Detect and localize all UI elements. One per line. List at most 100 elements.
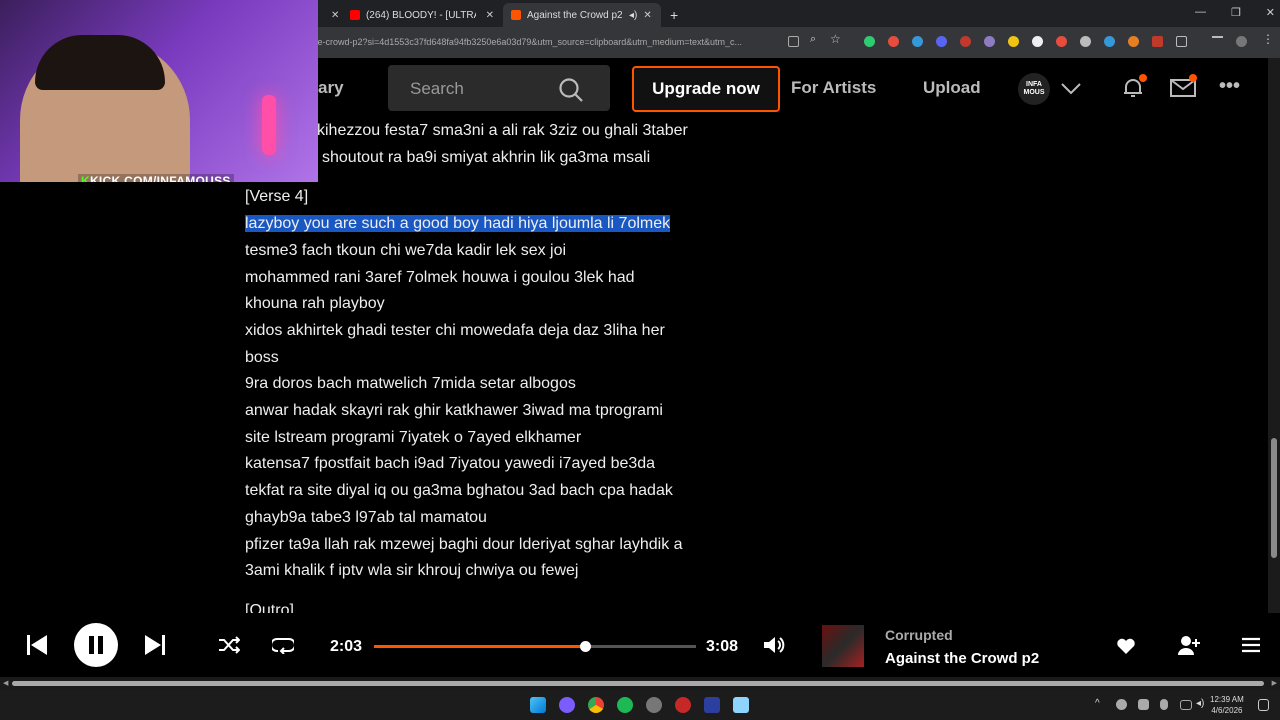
extension-icon[interactable]	[984, 36, 995, 47]
total-time: 3:08	[706, 638, 739, 655]
close-window-icon[interactable]: ✕	[1266, 6, 1275, 19]
address-bar[interactable]: st-the-crowd-p2?si=4d1553c37fd648fa94fb3…	[300, 32, 790, 52]
search-placeholder: Search	[410, 79, 464, 98]
extension-icon[interactable]	[1032, 36, 1043, 47]
lyric-line: tekfat ra site diyal iq ou ga3ma bghatou…	[245, 482, 673, 500]
verse-heading: [Verse 4]	[245, 188, 309, 206]
obs-icon[interactable]	[646, 697, 662, 713]
plus-icon: +	[670, 7, 679, 23]
close-icon[interactable]: ✕	[643, 10, 651, 21]
notification-center-icon[interactable]	[1258, 699, 1269, 711]
zoom-icon[interactable]: ⌕	[810, 33, 821, 45]
pause-icon	[89, 636, 103, 654]
tab-title: Against the Crowd p2 by Co...	[527, 9, 625, 21]
tab-youtube[interactable]: (264) BLOODY! - [ULTRA Slowed] ✕	[342, 3, 502, 27]
profile-avatar[interactable]	[1236, 36, 1247, 47]
volume-tray-icon[interactable]: ◂)	[1196, 698, 1204, 709]
extension-icon[interactable]	[1008, 36, 1019, 47]
app-icon[interactable]	[733, 697, 749, 713]
progress-bar[interactable]	[374, 641, 696, 652]
streamer-hair	[35, 35, 165, 90]
microphone-icon[interactable]	[1160, 699, 1168, 710]
extension-icon[interactable]	[888, 36, 899, 47]
scroll-left-icon[interactable]: ◀	[3, 679, 8, 687]
network-icon[interactable]	[1180, 700, 1192, 710]
outro-heading: [Outro]	[245, 601, 294, 613]
windows-start-icon[interactable]	[530, 697, 546, 713]
progress-knob[interactable]	[579, 641, 591, 652]
queue-icon[interactable]	[1240, 635, 1262, 655]
lyric-line: kihezzou festa7 sma3ni a ali rak 3ziz ou…	[317, 122, 688, 139]
tab-close-partial[interactable]: ✕	[318, 3, 339, 27]
extension-icon[interactable]	[960, 36, 971, 47]
repeat-icon[interactable]	[272, 636, 294, 654]
follow-user-icon[interactable]	[1178, 635, 1200, 655]
tray-icon[interactable]	[1116, 699, 1127, 710]
minimize-icon[interactable]: —	[1195, 6, 1206, 19]
lyric-line: mohammed rani 3aref 7olmek houwa i goulo…	[245, 268, 635, 286]
page-scrollbar[interactable]	[1268, 58, 1280, 683]
notification-dot	[1139, 74, 1147, 82]
horizontal-scrollbar-thumb[interactable]	[12, 681, 1264, 686]
for-artists-link[interactable]: For Artists	[791, 78, 876, 98]
scroll-right-icon[interactable]: ▶	[1272, 679, 1277, 687]
speaker-icon[interactable]: ◂)	[629, 10, 637, 21]
next-track-icon[interactable]	[143, 633, 167, 657]
lyric-line: shoutout ra ba9i smiyat akhrin lik ga3ma…	[322, 148, 651, 166]
shuffle-icon[interactable]	[218, 636, 240, 654]
upgrade-now-button[interactable]: Upgrade now	[632, 66, 780, 112]
upload-link[interactable]: Upload	[923, 78, 981, 98]
lyric-line: site lstream programi 7iyatek o 7ayed el…	[245, 428, 582, 446]
close-icon[interactable]: ✕	[486, 10, 494, 21]
new-tab-button[interactable]: +	[662, 3, 682, 27]
previous-track-icon[interactable]	[25, 633, 49, 657]
horizontal-scrollbar[interactable]: ◀ ▶	[0, 677, 1280, 690]
pause-button[interactable]	[74, 623, 118, 667]
tab-soundcloud[interactable]: Against the Crowd p2 by Co... ◂) ✕	[503, 3, 661, 27]
heart-icon[interactable]	[1116, 637, 1136, 655]
extension-icon[interactable]	[1128, 36, 1139, 47]
bookmark-star-icon[interactable]: ☆	[830, 32, 841, 46]
window-controls: — ❐ ✕	[1195, 6, 1275, 19]
lyric-line: 9ra doros bach matwelich 7mida setar alb…	[245, 375, 576, 393]
tray-chevron-icon[interactable]: ^	[1095, 698, 1100, 709]
chevron-down-icon[interactable]	[1060, 82, 1082, 96]
search-input[interactable]: Search	[388, 65, 610, 111]
progress-fill	[374, 645, 585, 648]
tab-title: (264) BLOODY! - [ULTRA Slowed]	[365, 9, 476, 21]
library-link[interactable]: ary	[318, 78, 344, 98]
spotify-icon[interactable]	[617, 697, 633, 713]
extension-icon[interactable]	[1152, 36, 1163, 47]
chrome-icon[interactable]	[588, 697, 604, 713]
player-bar: 2:03 3:08 Corrupted Against the Crowd p2	[0, 613, 1280, 677]
share-icon[interactable]	[788, 36, 799, 47]
track-title[interactable]: Against the Crowd p2	[885, 650, 1039, 667]
app-icon[interactable]	[675, 697, 691, 713]
youtube-icon	[350, 10, 360, 20]
kick-channel-tag: KKICK.COM/INFAMOUSS	[78, 174, 234, 182]
kick-url: KICK.COM/INFAMOUSS	[89, 174, 231, 182]
album-art[interactable]	[822, 625, 864, 667]
tray-icon[interactable]	[1138, 699, 1149, 710]
extension-icon[interactable]	[936, 36, 947, 47]
artist-name[interactable]: Corrupted	[885, 627, 953, 643]
more-icon[interactable]: •••	[1219, 75, 1240, 98]
extension-icon[interactable]	[912, 36, 923, 47]
extension-icon[interactable]	[1104, 36, 1115, 47]
discord-icon[interactable]	[559, 697, 575, 713]
extension-icon[interactable]	[864, 36, 875, 47]
windows-taskbar: ^ ◂) 12:39 AM 4/6/2026	[0, 690, 1280, 720]
app-icon[interactable]	[704, 697, 720, 713]
search-icon[interactable]	[558, 77, 584, 103]
menu-dots-icon[interactable]: ⋮	[1262, 32, 1274, 46]
maximize-icon[interactable]: ❐	[1231, 6, 1241, 19]
extensions-puzzle-icon[interactable]	[1176, 36, 1187, 47]
volume-icon[interactable]	[763, 635, 785, 655]
extension-icon[interactable]	[1056, 36, 1067, 47]
reading-list-icon[interactable]	[1212, 36, 1223, 47]
user-avatar[interactable]: INFA MOUS	[1018, 73, 1050, 105]
scrollbar-thumb[interactable]	[1271, 438, 1277, 558]
message-dot	[1189, 74, 1197, 82]
system-clock[interactable]: 12:39 AM 4/6/2026	[1210, 694, 1244, 716]
extension-icon[interactable]	[1080, 36, 1091, 47]
